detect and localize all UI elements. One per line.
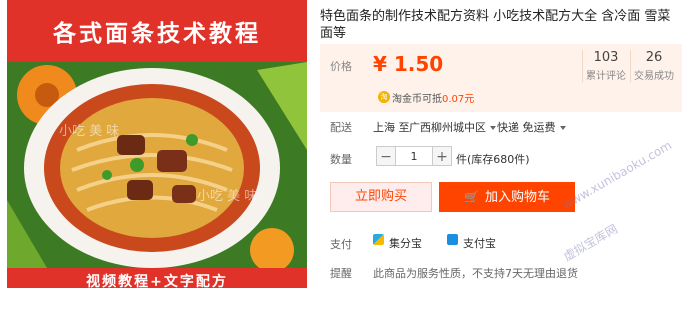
quantity-label: 数量: [330, 153, 352, 166]
stock-text: 件(库存680件): [456, 153, 530, 166]
shipping-method-select[interactable]: 快递 免运费: [497, 119, 566, 135]
reviews-count: 103: [593, 50, 619, 65]
site-watermark-url: www.xunibaoku.com: [560, 138, 675, 213]
add-to-cart-button[interactable]: 🛒 加入购物车: [439, 182, 575, 212]
quantity-input[interactable]: [396, 146, 432, 166]
price-label: 价格: [330, 60, 352, 73]
image-watermark: 小吃 美 味: [59, 124, 120, 139]
site-watermark-name: 虚拟宝库网: [561, 221, 620, 264]
cart-icon: 🛒: [464, 190, 479, 204]
shipping-destination: 广西柳州城中区: [409, 121, 486, 134]
shipping-label: 配送: [330, 121, 352, 134]
payment-option-alipay: 支付宝: [463, 237, 496, 250]
payment-label: 支付: [330, 238, 352, 251]
quantity-decrease-button[interactable]: −: [376, 146, 396, 166]
product-image[interactable]: 各式面条技术教程 小吃 美 味 小吃 美 味 视频教程+文字配方: [7, 0, 307, 288]
jifenbao-icon: [373, 234, 384, 245]
price-panel: 价格 ¥ 1.50 103 累计评论 26 交易成功 淘 淘金币可抵0.07元: [320, 44, 682, 112]
noodle-bowl-illustration: [7, 62, 307, 272]
sales-label: 交易成功: [634, 71, 674, 82]
shipping-method: 快递 免运费: [497, 121, 556, 134]
coin-discount-text: 淘金币可抵: [392, 94, 442, 105]
sales-stat: 26 交易成功: [630, 50, 677, 82]
payment-option-jifenbao: 集分宝: [389, 237, 422, 250]
shipping-destination-select[interactable]: 广西柳州城中区: [409, 119, 496, 135]
image-watermark: 小吃 美 味: [197, 189, 258, 204]
product-title: 特色面条的制作技术配方资料 小吃技术配方大全 含冷面 雪菜面等: [320, 9, 671, 41]
notice-label: 提醒: [330, 267, 352, 280]
add-to-cart-label: 加入购物车: [484, 190, 550, 205]
buy-now-button[interactable]: 立即购买: [330, 182, 432, 212]
taojinbi-icon: 淘: [378, 91, 390, 103]
alipay-icon: [447, 234, 458, 245]
reviews-stat[interactable]: 103 累计评论: [582, 50, 629, 82]
coin-discount-amount: 0.07元: [442, 94, 475, 105]
coin-discount: 淘金币可抵0.07元: [392, 90, 474, 105]
shipping-origin: 上海 至: [373, 121, 410, 134]
notice-text: 此商品为服务性质，不支持7天无理由退货: [373, 267, 578, 280]
price-value: ¥ 1.50: [373, 52, 444, 76]
sales-count: 26: [645, 50, 663, 65]
quantity-increase-button[interactable]: +: [432, 146, 452, 166]
reviews-label: 累计评论: [586, 71, 626, 82]
image-banner-subtitle: 视频教程+文字配方: [86, 274, 228, 288]
chevron-down-icon: [559, 126, 566, 130]
chevron-down-icon: [490, 126, 496, 130]
